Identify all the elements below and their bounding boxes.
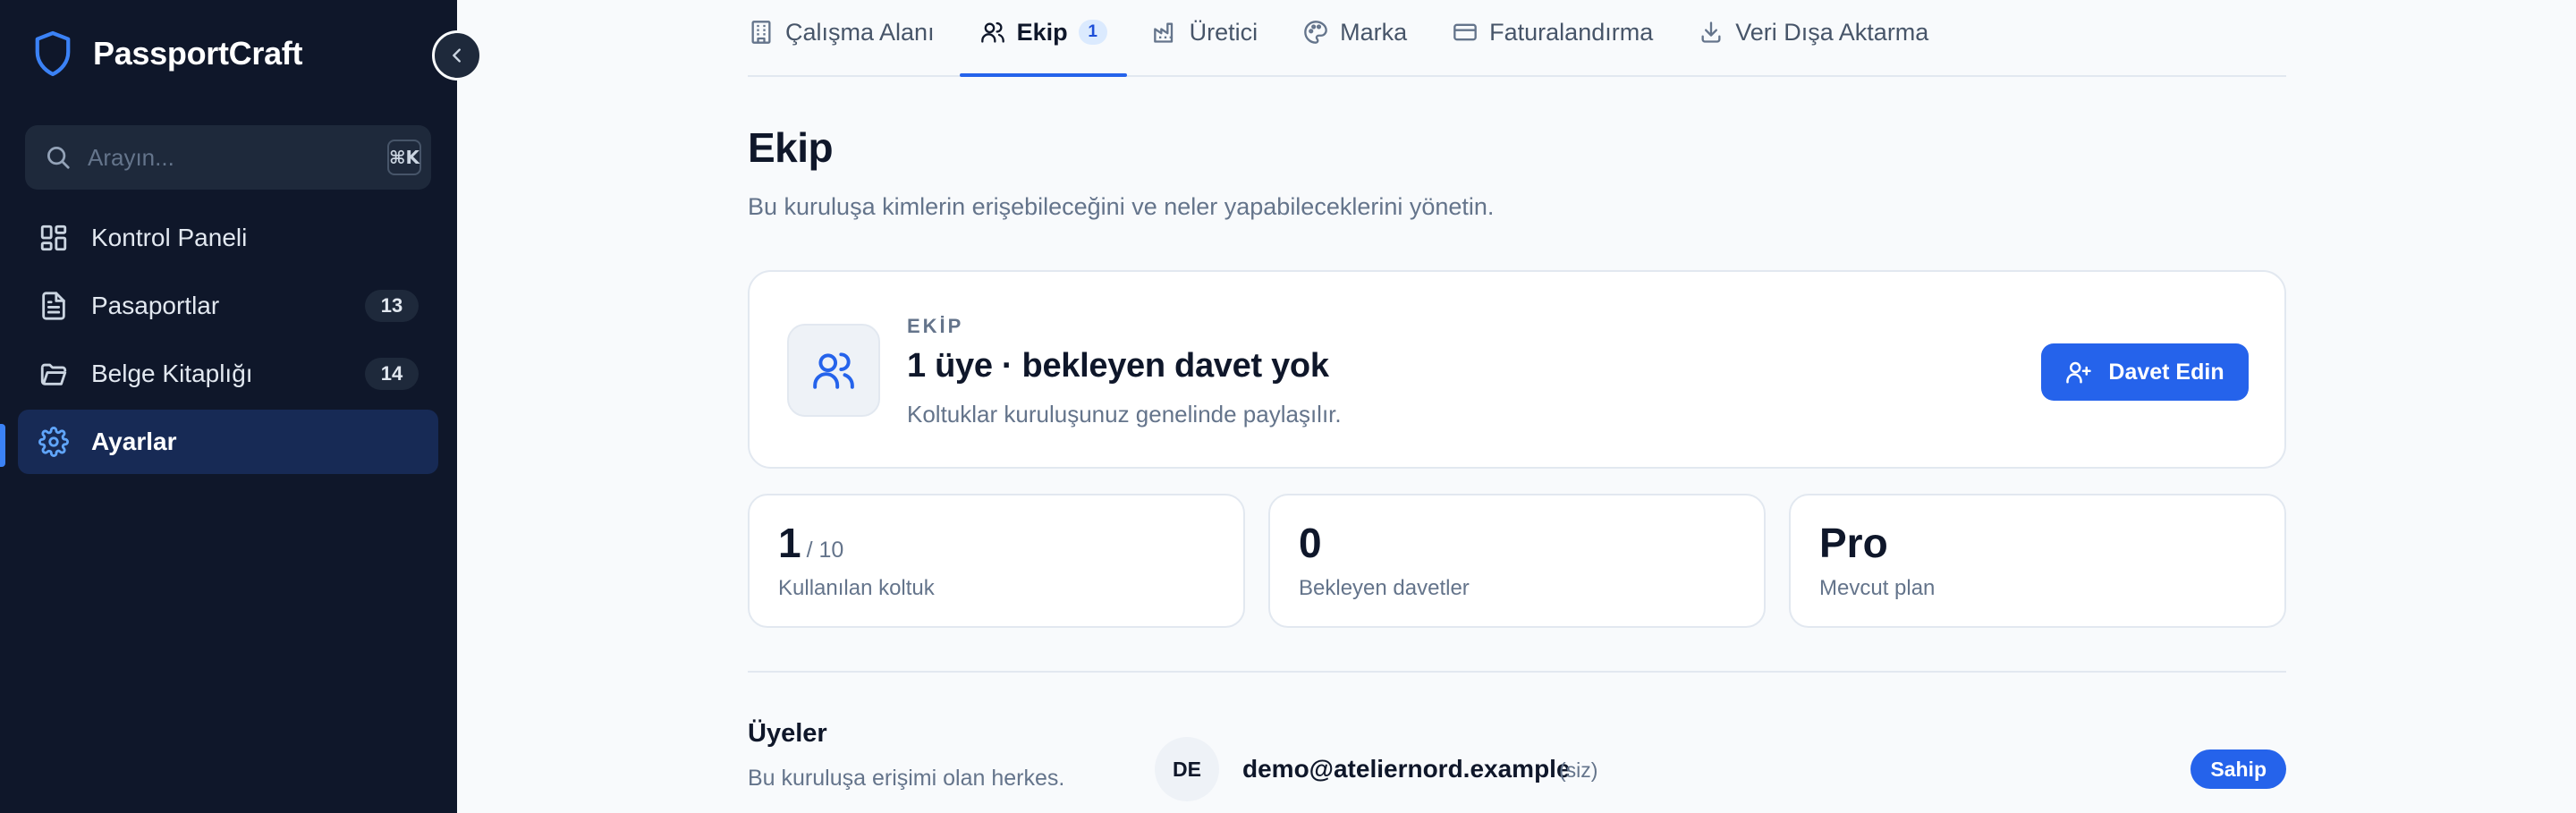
shortcut-hint: ⌘K (387, 140, 422, 175)
page-subtitle: Bu kuruluşa kimlerin erişebileceğini ve … (748, 193, 1495, 220)
team-summary-card: EKİP 1 üye · bekleyen davet yok Koltukla… (748, 270, 2286, 469)
sidebar-nav: Kontrol Paneli Pasaportlar 13 Belge Kita… (18, 206, 438, 478)
stat-label: Kullanılan koltuk (778, 576, 935, 600)
stat-number: 1 (778, 520, 801, 566)
count-badge: 13 (365, 290, 419, 322)
invite-button-label: Davet Edin (2108, 359, 2224, 385)
app-root: PassportCraft ⌘K Kontrol Paneli (0, 0, 2576, 813)
collapse-sidebar-button[interactable] (432, 30, 482, 80)
stat-pending-invites: 0 Bekleyen davetler (1268, 494, 1766, 628)
download-icon (1698, 19, 1724, 46)
factory-icon (1152, 19, 1179, 46)
card-kicker: EKİP (907, 315, 964, 337)
sidebar-item-label: Kontrol Paneli (91, 224, 248, 251)
sidebar-item-settings[interactable]: Ayarlar (18, 410, 438, 474)
credit-card-icon (1452, 19, 1479, 46)
stat-value: Pro (1819, 519, 1888, 567)
stat-number: Pro (1819, 520, 1888, 566)
stat-value: 0 (1299, 519, 1322, 567)
users-icon (979, 19, 1006, 46)
tab-label: Veri Dışa Aktarma (1735, 18, 1929, 46)
stat-value: 1 / 10 (778, 519, 843, 567)
sidebar-item-dashboard[interactable]: Kontrol Paneli (18, 206, 438, 270)
shield-icon (32, 29, 73, 79)
team-headline: 1 üye · bekleyen davet yok (907, 347, 1329, 385)
invite-button[interactable]: Davet Edin (2041, 343, 2249, 401)
sidebar-item-label: Pasaportlar (91, 292, 220, 319)
stat-label: Mevcut plan (1819, 576, 1936, 600)
stat-number: 0 (1299, 520, 1322, 566)
user-plus-icon (2065, 359, 2092, 385)
document-icon (38, 290, 70, 322)
sidebar-item-passports[interactable]: Pasaportlar 13 (18, 274, 438, 338)
brand-name: PassportCraft (93, 35, 303, 72)
stat-seats-used: 1 / 10 Kullanılan koltuk (748, 494, 1245, 628)
tab-billing[interactable]: Faturalandırma (1432, 0, 1673, 75)
members-title: Üyeler (748, 719, 827, 748)
tab-label: Marka (1340, 18, 1408, 46)
tab-label: Ekip (1016, 18, 1068, 46)
gear-icon (38, 426, 70, 458)
active-indicator (0, 424, 5, 467)
stat-current-plan: Pro Mevcut plan (1789, 494, 2286, 628)
member-email: demo@ateliernord.example (1242, 755, 1571, 783)
stat-suffix: / 10 (806, 538, 844, 563)
count-badge: 14 (365, 358, 419, 390)
members-subtitle: Bu kuruluşa erişimi olan herkes. (748, 766, 1065, 791)
team-note: Koltuklar kuruluşunuz genelinde paylaşıl… (907, 401, 1342, 428)
member-you-label: (siz) (1559, 758, 1598, 782)
tab-data-export[interactable]: Veri Dışa Aktarma (1678, 0, 1948, 75)
sidebar-item-label: Ayarlar (91, 428, 177, 455)
search-icon (45, 142, 72, 173)
users-icon (787, 324, 880, 417)
tab-workspace[interactable]: Çalışma Alanı (748, 0, 954, 75)
team-stats: 1 / 10 Kullanılan koltuk 0 Bekleyen dave… (748, 494, 2286, 628)
sidebar: PassportCraft ⌘K Kontrol Paneli (0, 0, 457, 813)
brand[interactable]: PassportCraft (32, 27, 302, 80)
member-row[interactable]: DE demo@ateliernord.example (siz) Sahip (1155, 737, 2286, 801)
search-input[interactable] (88, 143, 387, 172)
avatar: DE (1155, 737, 1219, 801)
dashboard-icon (38, 222, 70, 254)
sidebar-item-label: Belge Kitaplığı (91, 360, 253, 387)
chevron-left-icon (447, 46, 467, 65)
tab-label: Çalışma Alanı (785, 18, 935, 46)
stat-label: Bekleyen davetler (1299, 576, 1470, 600)
palette-icon (1302, 19, 1329, 46)
building-icon (748, 19, 775, 46)
tab-brand[interactable]: Marka (1283, 0, 1427, 75)
section-divider (748, 671, 2286, 673)
tab-label: Üretici (1189, 18, 1258, 46)
sidebar-item-document-library[interactable]: Belge Kitaplığı 14 (18, 342, 438, 406)
tab-team[interactable]: Ekip 1 (959, 0, 1127, 77)
folder-icon (38, 358, 70, 390)
settings-tabs: Çalışma Alanı Ekip 1 Üretici Marka Fatur… (748, 0, 2286, 77)
page-title: Ekip (748, 124, 834, 171)
count-badge: 1 (1078, 20, 1107, 45)
tab-label: Faturalandırma (1489, 18, 1654, 46)
tab-manufacturer[interactable]: Üretici (1132, 0, 1278, 75)
search-box: ⌘K (25, 125, 431, 190)
main-content: Çalışma Alanı Ekip 1 Üretici Marka Fatur… (457, 0, 2576, 813)
role-badge: Sahip (2190, 749, 2286, 789)
